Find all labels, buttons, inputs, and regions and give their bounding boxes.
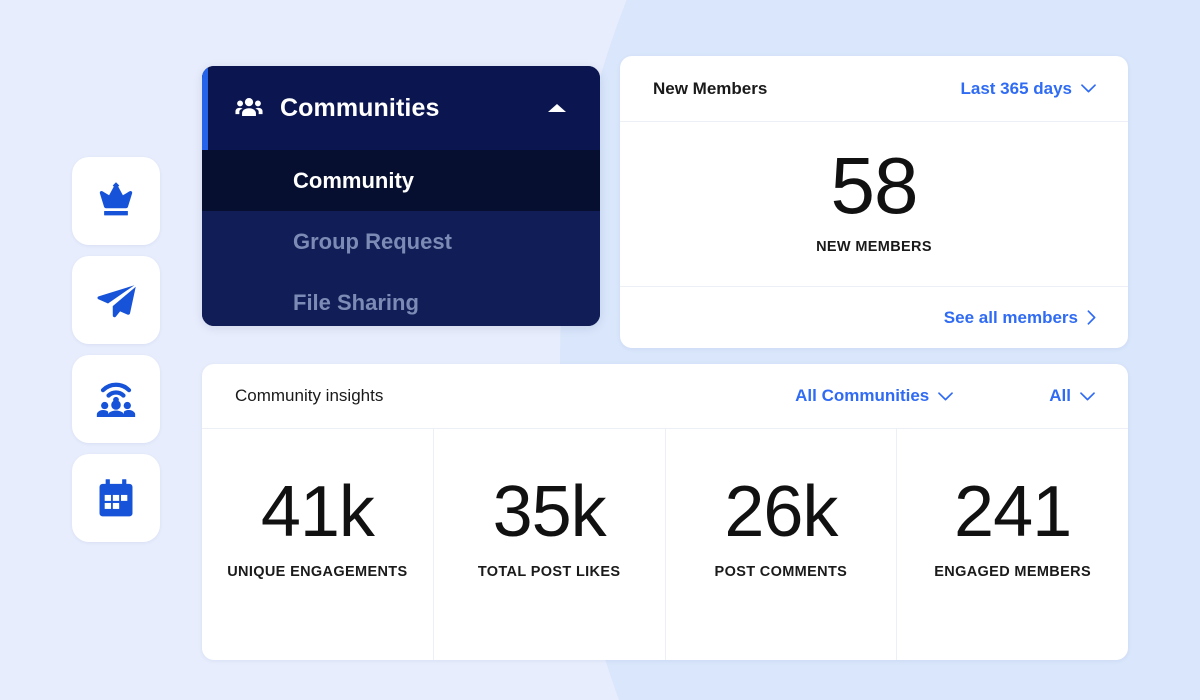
stat-value: 35k [492,472,607,552]
stat-value: 41k [260,472,375,552]
rail-item-community-broadcast[interactable] [72,355,160,443]
new-members-caption: NEW MEMBERS [816,238,932,255]
all-communities-filter-label: All Communities [795,386,930,405]
new-members-card: New Members Last 365 days 58 NEW MEMBERS… [620,56,1128,348]
stat-total-post-likes: 35k TOTAL POST LIKES [434,429,666,660]
chevron-down-icon [938,391,954,401]
crown-icon [93,178,139,224]
stat-value: 241 [954,472,1072,552]
communities-nav-panel: Communities Community Group Request File… [202,66,600,326]
community-insights-stats: 41k UNIQUE ENGAGEMENTS 35k TOTAL POST LI… [202,429,1128,660]
community-insights-header: Community insights All Communities All [202,364,1128,429]
nav-item-community[interactable]: Community [202,150,600,211]
new-members-title: New Members [653,78,768,98]
see-all-members-link[interactable]: See all members [944,308,1096,328]
rail-item-paper-plane[interactable] [72,256,160,344]
community-insights-title: Community insights [235,386,384,405]
nav-item-label: Community [293,167,414,193]
stat-unique-engagements: 41k UNIQUE ENGAGEMENTS [202,429,434,660]
stat-engaged-members: 241 ENGAGED MEMBERS [897,429,1128,660]
chevron-down-icon [1081,84,1096,93]
new-members-header: New Members Last 365 days [620,56,1128,122]
chevron-right-icon [1087,310,1096,325]
rail-item-crown[interactable] [72,157,160,245]
new-members-body: 58 NEW MEMBERS [620,122,1128,286]
date-range-filter[interactable]: Last 365 days [960,79,1096,99]
nav-item-label: Group Request [293,228,452,254]
new-members-value: 58 [830,140,919,230]
stat-label: UNIQUE ENGAGEMENTS [227,564,408,581]
paper-plane-icon [93,277,139,323]
community-broadcast-icon [93,376,139,422]
all-filter-label: All [1049,386,1071,405]
nav-item-file-sharing[interactable]: File Sharing [202,272,600,326]
communities-nav-header[interactable]: Communities [202,66,600,150]
people-group-icon [232,91,266,125]
stat-value: 26k [724,472,838,552]
all-communities-filter[interactable]: All Communities [795,386,954,406]
nav-item-group-request[interactable]: Group Request [202,211,600,272]
calendar-icon [93,475,139,521]
stat-label: POST COMMENTS [714,564,848,581]
rail-item-calendar[interactable] [72,454,160,542]
icon-rail [72,157,160,542]
dashboard-screen: Communities Community Group Request File… [0,0,1200,700]
stat-label: ENGAGED MEMBERS [934,564,1091,581]
all-filter[interactable]: All [1049,386,1095,406]
see-all-members-label: See all members [943,307,1078,327]
communities-nav-title: Communities [280,93,440,122]
caret-up-icon[interactable] [548,104,566,112]
date-range-filter-label: Last 365 days [960,78,1072,98]
nav-item-label: File Sharing [293,289,419,315]
community-insights-card: Community insights All Communities All 4… [202,364,1128,660]
stat-post-comments: 26k POST COMMENTS [666,429,898,660]
new-members-footer: See all members [620,286,1128,348]
chevron-down-icon [1080,391,1095,401]
stat-label: TOTAL POST LIKES [477,564,621,581]
